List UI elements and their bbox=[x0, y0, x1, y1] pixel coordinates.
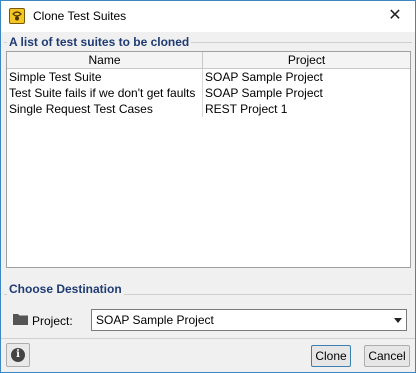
project-select-value: SOAP Sample Project bbox=[96, 313, 214, 327]
suites-table: Name Project Simple Test Suite SOAP Samp… bbox=[6, 51, 411, 268]
project-select[interactable]: SOAP Sample Project bbox=[91, 309, 407, 331]
close-icon[interactable]: ✕ bbox=[381, 5, 409, 27]
suites-group-title: A list of test suites to be cloned bbox=[7, 35, 192, 49]
clone-button[interactable]: Clone bbox=[311, 345, 351, 367]
table-header: Name Project bbox=[7, 52, 410, 69]
info-button[interactable]: i bbox=[6, 343, 30, 367]
column-header-project[interactable]: Project bbox=[203, 52, 410, 69]
project-label: Project: bbox=[32, 314, 73, 328]
cancel-button[interactable]: Cancel bbox=[364, 345, 410, 367]
cell-project: SOAP Sample Project bbox=[205, 70, 323, 84]
table-row[interactable]: Test Suite fails if we don't get faults … bbox=[7, 85, 410, 101]
cell-project: SOAP Sample Project bbox=[205, 86, 323, 100]
column-header-name[interactable]: Name bbox=[7, 52, 203, 69]
cell-name: Simple Test Suite bbox=[9, 70, 102, 84]
clone-test-suites-dialog: Clone Test Suites ✕ A list of test suite… bbox=[0, 0, 416, 373]
table-row[interactable]: Single Request Test Cases REST Project 1 bbox=[7, 101, 410, 117]
info-icon: i bbox=[11, 348, 25, 362]
cell-name: Test Suite fails if we don't get faults bbox=[9, 86, 196, 100]
cell-project: REST Project 1 bbox=[205, 102, 288, 116]
folder-icon bbox=[13, 314, 28, 325]
title-bar: Clone Test Suites ✕ bbox=[1, 1, 415, 32]
app-icon bbox=[9, 8, 25, 24]
destination-group-title: Choose Destination bbox=[7, 282, 124, 296]
column-separator bbox=[202, 69, 203, 117]
window-title: Clone Test Suites bbox=[33, 9, 127, 23]
chevron-down-icon[interactable] bbox=[394, 318, 402, 323]
table-row[interactable]: Simple Test Suite SOAP Sample Project bbox=[7, 69, 410, 85]
cell-name: Single Request Test Cases bbox=[9, 102, 153, 116]
footer-divider bbox=[1, 338, 415, 339]
